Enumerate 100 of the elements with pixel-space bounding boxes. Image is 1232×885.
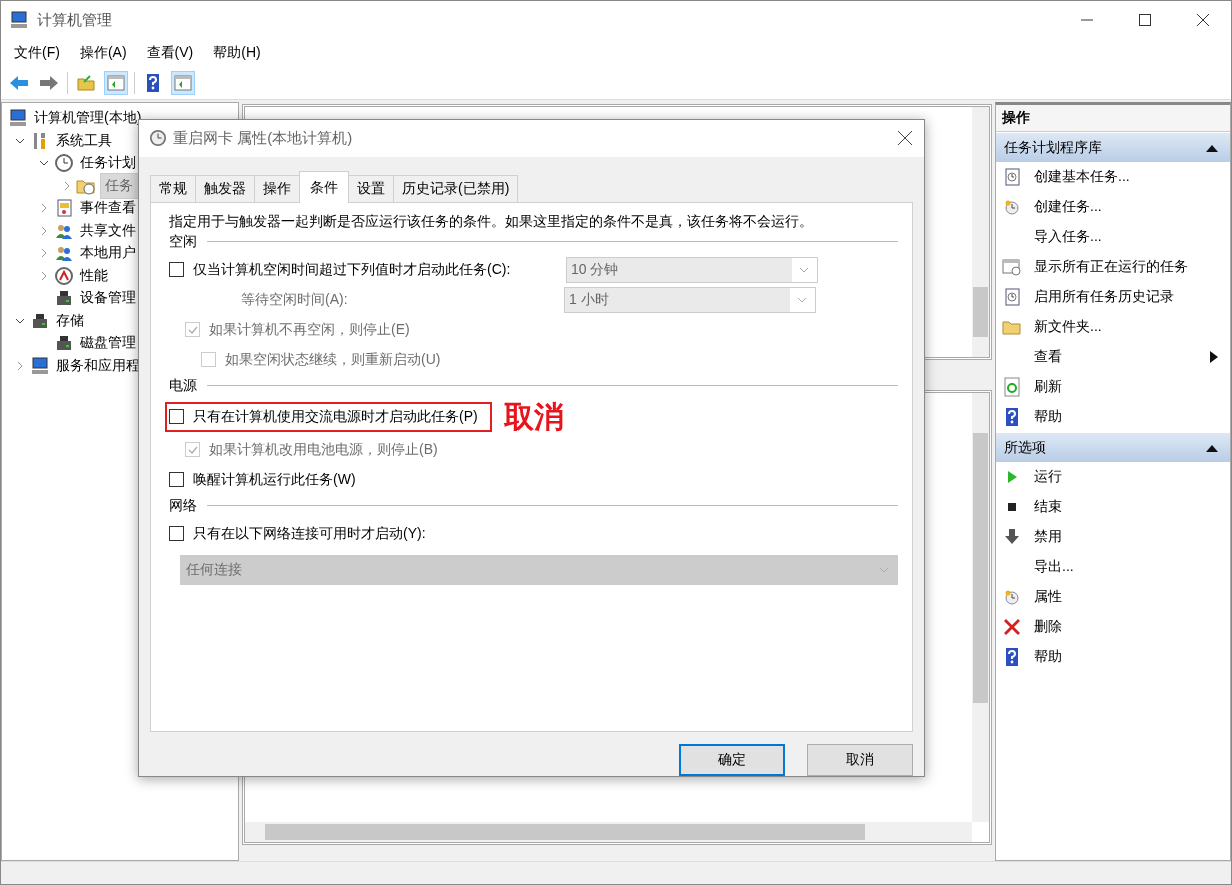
tab[interactable]: 条件 <box>299 170 349 203</box>
annotation-text: 取消 <box>503 398 564 435</box>
checkbox-label: 只有在以下网络连接可用时才启动(Y): <box>193 524 426 543</box>
group-heading: 网络 <box>169 496 197 515</box>
vertical-scrollbar[interactable] <box>972 393 989 822</box>
checkbox[interactable] <box>169 262 184 278</box>
tree-item[interactable]: 本地用户 <box>78 244 138 263</box>
clock-icon <box>54 153 74 174</box>
action-label: 新文件夹... <box>1034 318 1102 336</box>
tab[interactable]: 常规 <box>150 174 196 202</box>
action-label: 查看 <box>1034 348 1062 366</box>
section-title: 任务计划程序库 <box>1004 138 1102 157</box>
action-item[interactable]: 创建基本任务... <box>996 162 1230 192</box>
checkbox[interactable] <box>169 472 184 488</box>
maximize-icon[interactable] <box>1139 14 1151 26</box>
checkbox-label: 只有在计算机使用交流电源时才启动此任务(P) <box>193 407 478 426</box>
tree-item[interactable]: 性能 <box>78 266 110 285</box>
menu-item[interactable]: 操作(A) <box>79 44 127 62</box>
computer-icon <box>8 108 28 129</box>
action-item[interactable]: 启用所有任务历史记录 <box>996 282 1230 312</box>
action-item[interactable]: 显示所有正在运行的任务 <box>996 252 1230 282</box>
action-label: 属性 <box>1034 588 1062 606</box>
action-item[interactable]: 刷新 <box>996 372 1230 402</box>
action-item[interactable]: 结束 <box>996 492 1230 522</box>
dropdown[interactable]: 10 分钟 <box>566 256 818 283</box>
checkbox-label: 如果空闲状态继续，则重新启动(U) <box>225 350 441 369</box>
collapse-chevron-icon[interactable] <box>62 180 72 191</box>
collapse-chevron-icon[interactable] <box>15 360 25 371</box>
computer-icon <box>30 355 50 376</box>
ok-button[interactable]: 确定 <box>679 744 785 776</box>
tree-item[interactable]: 任务计划 <box>78 154 138 173</box>
checkbox[interactable] <box>169 409 184 425</box>
computer-icon <box>9 10 29 30</box>
tree-item[interactable]: 系统工具 <box>54 131 114 150</box>
action-label: 启用所有任务历史记录 <box>1034 288 1174 306</box>
action-label: 导出... <box>1034 558 1074 576</box>
close-icon[interactable] <box>898 131 912 146</box>
action-item[interactable]: 创建任务... <box>996 192 1230 222</box>
clock-icon <box>149 129 167 148</box>
delete-icon <box>1002 617 1022 637</box>
dialog-title: 重启网卡 属性(本地计算机) <box>173 128 353 148</box>
pane-icon[interactable] <box>104 71 128 95</box>
close-icon[interactable] <box>1197 14 1209 26</box>
menu-item[interactable]: 文件(F) <box>14 44 60 62</box>
window-icon <box>1002 257 1022 277</box>
refresh-icon <box>1002 377 1022 397</box>
action-item[interactable]: 帮助 <box>996 642 1230 672</box>
action-label: 帮助 <box>1034 408 1062 426</box>
collapse-triangle-icon[interactable] <box>1206 443 1218 452</box>
action-item[interactable]: 新文件夹... <box>996 312 1230 342</box>
group-heading: 电源 <box>169 376 197 395</box>
notebook-icon <box>1002 167 1022 187</box>
collapse-chevron-icon[interactable] <box>39 225 49 236</box>
checkbox-label: 唤醒计算机运行此任务(W) <box>193 470 356 489</box>
collapse-triangle-icon[interactable] <box>1206 143 1218 152</box>
checkbox-label: 仅当计算机空闲时间超过下列值时才启动此任务(C): <box>193 260 511 279</box>
action-label: 帮助 <box>1034 648 1062 666</box>
action-label: 运行 <box>1034 468 1062 486</box>
collapse-chevron-icon[interactable] <box>39 270 49 281</box>
dropdown-chevron-icon <box>879 566 889 573</box>
tree-item[interactable]: 共享文件 <box>78 221 138 240</box>
action-item[interactable]: 运行 <box>996 462 1230 492</box>
checkbox-label: 如果计算机改用电池电源，则停止(B) <box>209 440 438 459</box>
tree-item[interactable]: 磁盘管理 <box>78 334 138 353</box>
actions-header: 操作 <box>996 105 1230 132</box>
menu-item[interactable]: 查看(V) <box>146 44 194 62</box>
pane-icon[interactable] <box>171 71 195 95</box>
collapse-chevron-icon[interactable] <box>39 248 49 259</box>
action-label: 删除 <box>1034 618 1062 636</box>
description-text: 指定用于与触发器一起判断是否应运行该任务的条件。如果这里指定的条件不是真，该任务将不会运行。 <box>169 212 814 231</box>
action-label: 导入任务... <box>1034 228 1102 246</box>
horizontal-scrollbar[interactable] <box>245 822 972 842</box>
tree-item[interactable]: 设备管理 <box>78 289 138 308</box>
gauge-icon <box>54 265 74 286</box>
book-icon <box>54 198 74 219</box>
vertical-scrollbar[interactable] <box>972 107 989 357</box>
action-item[interactable]: 导入任务... <box>996 222 1230 252</box>
dropdown-chevron-icon <box>797 296 807 303</box>
action-item[interactable]: 导出... <box>996 552 1230 582</box>
cancel-button[interactable]: 取消 <box>807 744 913 776</box>
action-item[interactable]: 删除 <box>996 612 1230 642</box>
field-label: 等待空闲时间(A): <box>241 290 349 309</box>
dropdown-chevron-icon <box>799 266 809 273</box>
tree-item[interactable]: 服务和应用程 <box>54 356 142 375</box>
action-item[interactable]: 帮助 <box>996 402 1230 432</box>
action-item[interactable]: 禁用 <box>996 522 1230 552</box>
collapse-chevron-icon[interactable] <box>39 203 49 214</box>
section-header[interactable]: 所选项 <box>996 433 1230 462</box>
action-item[interactable]: 查看 <box>996 342 1230 372</box>
checkbox[interactable] <box>169 526 184 542</box>
action-item[interactable]: 属性 <box>996 582 1230 612</box>
group-heading: 空闲 <box>169 232 197 251</box>
window-title: 计算机管理 <box>37 10 112 30</box>
action-label: 显示所有正在运行的任务 <box>1034 258 1188 276</box>
tree-item[interactable]: 事件查看 <box>78 199 138 218</box>
section-header[interactable]: 任务计划程序库 <box>996 133 1230 162</box>
checkbox-label: 如果计算机不再空闲，则停止(E) <box>209 320 410 339</box>
tab[interactable]: 历史记录(已禁用) <box>393 174 519 202</box>
tree-item[interactable]: 存储 <box>54 311 86 330</box>
menu-item[interactable]: 帮助(H) <box>213 44 261 62</box>
